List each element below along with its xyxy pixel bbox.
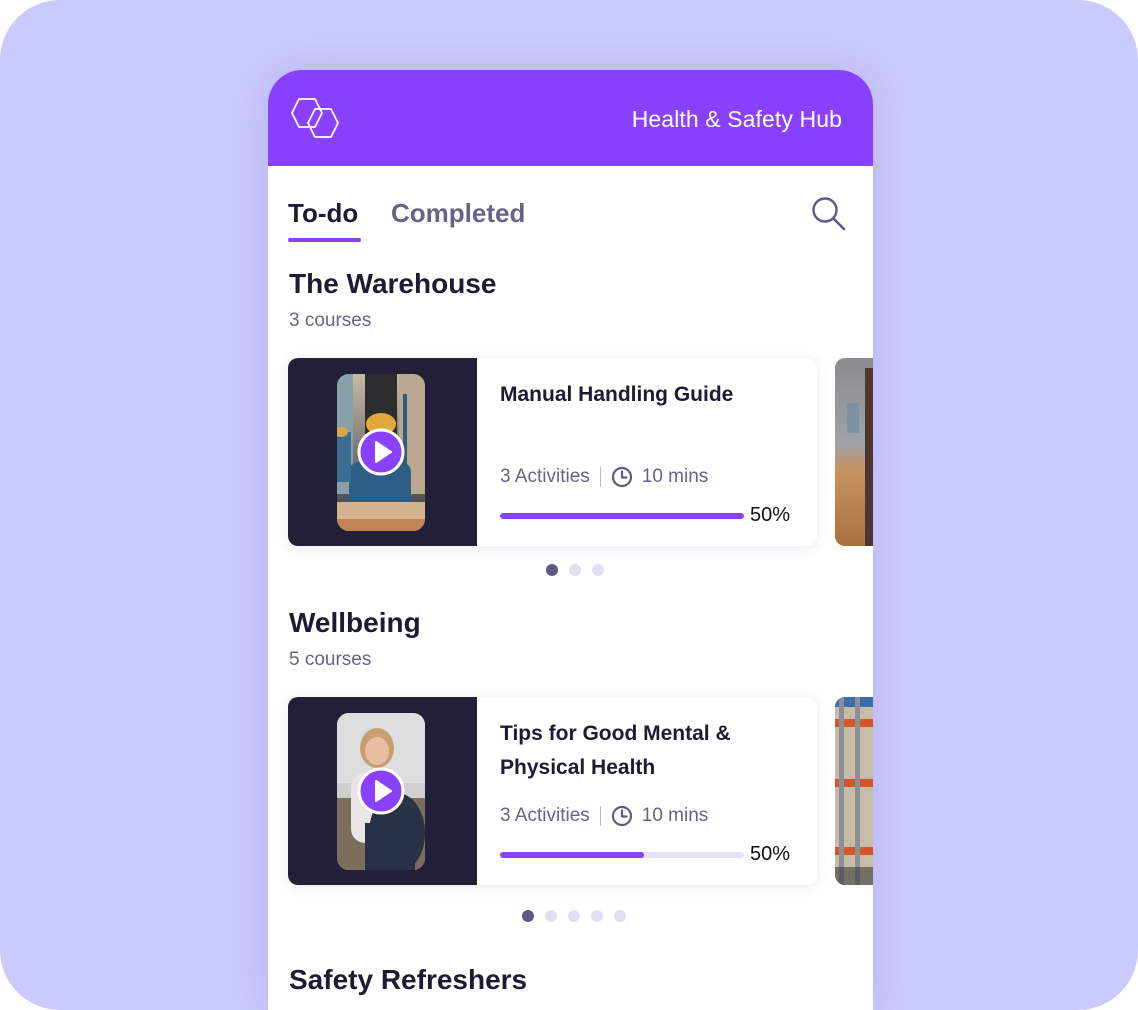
course-details: Manual Handling Guide 3 Activities 10 mi… bbox=[500, 358, 817, 546]
course-duration: 10 mins bbox=[641, 805, 709, 826]
course-meta: 3 Activities 10 mins bbox=[500, 466, 708, 488]
section-title-warehouse: The Warehouse bbox=[289, 268, 497, 299]
section-course-count: 5 courses bbox=[289, 649, 372, 670]
course-duration: 10 mins bbox=[641, 466, 709, 487]
app-header: Health & Safety Hub bbox=[268, 70, 873, 166]
tab-completed[interactable]: Completed bbox=[391, 198, 525, 229]
course-details: Tips for Good Mental & Physical Health 3… bbox=[500, 697, 817, 885]
tab-to-do[interactable]: To-do bbox=[288, 198, 358, 229]
clock-icon bbox=[611, 805, 632, 827]
progress-fill bbox=[500, 513, 744, 519]
carousel-dot[interactable] bbox=[569, 564, 581, 576]
course-media bbox=[288, 697, 477, 885]
section-title-wellbeing: Wellbeing bbox=[289, 607, 421, 638]
carousel-dot[interactable] bbox=[546, 564, 558, 576]
course-title: Manual Handling Guide bbox=[500, 383, 734, 406]
activities-count: 3 Activities bbox=[500, 805, 590, 826]
carousel-dot[interactable] bbox=[591, 910, 603, 922]
carousel-dots-warehouse bbox=[546, 564, 604, 576]
carousel-dots-wellbeing bbox=[522, 910, 626, 922]
progress-percent: 50% bbox=[750, 843, 791, 865]
meta-divider bbox=[599, 467, 601, 487]
carousel-dot[interactable] bbox=[522, 910, 534, 922]
clock-icon bbox=[611, 466, 632, 488]
carousel-dot[interactable] bbox=[592, 564, 604, 576]
active-tab-indicator bbox=[288, 238, 361, 242]
progress-percent: 50% bbox=[750, 504, 791, 526]
search-icon bbox=[812, 197, 846, 231]
play-button[interactable] bbox=[357, 428, 405, 476]
section-title-safety-refreshers: Safety Refreshers bbox=[289, 964, 528, 995]
carousel-dot[interactable] bbox=[545, 910, 557, 922]
section-course-count: 3 courses bbox=[289, 310, 372, 331]
carousel-dot[interactable] bbox=[614, 910, 626, 922]
course-progress-bar bbox=[500, 852, 744, 858]
play-button[interactable] bbox=[357, 767, 405, 815]
app-title: Health & Safety Hub bbox=[631, 106, 842, 132]
app-screen: Health & Safety Hub To-do Completed The … bbox=[268, 70, 873, 1010]
course-card-manual-handling[interactable]: Manual Handling Guide 3 Activities 10 mi… bbox=[288, 358, 817, 546]
next-course-card-peek[interactable] bbox=[835, 697, 873, 885]
search-button[interactable] bbox=[809, 194, 849, 234]
course-media bbox=[288, 358, 477, 546]
double-hexagon-logo-icon bbox=[291, 98, 339, 138]
progress-fill bbox=[500, 852, 644, 858]
course-card-mental-physical-health[interactable]: Tips for Good Mental & Physical Health 3… bbox=[288, 697, 817, 885]
meta-divider bbox=[599, 806, 601, 826]
course-meta: 3 Activities 10 mins bbox=[500, 805, 708, 827]
next-course-card-peek[interactable] bbox=[835, 358, 873, 546]
course-progress-bar bbox=[500, 513, 744, 519]
activities-count: 3 Activities bbox=[500, 466, 590, 487]
course-title: Tips for Good Mental & Physical Health bbox=[500, 722, 731, 779]
carousel-dot[interactable] bbox=[568, 910, 580, 922]
